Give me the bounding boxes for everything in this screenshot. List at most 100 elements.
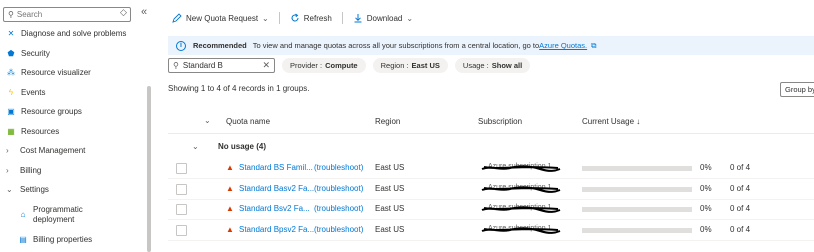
usage-percent: 0% [700,204,712,213]
pencil-icon [172,13,182,23]
sidebar-search-box[interactable]: ⚲ [3,7,131,22]
column-header-subscription[interactable]: Subscription [478,117,522,126]
chevron-icon: › [6,165,9,175]
usage-percent: 0% [700,224,712,234]
new-quota-request-label: New Quota Request [186,13,259,23]
download-icon [354,14,362,23]
usage-count: 0 of 4 [730,224,751,234]
chevron-down-icon: ⌄ [262,13,269,23]
external-link-icon: ⧉ [591,40,597,50]
usage-bar [582,166,692,171]
shield-icon: ⬟ [7,48,15,58]
provider-filter-key: Provider : [290,61,323,70]
records-summary: Showing 1 to 4 of 4 records in 1 groups. [168,84,310,93]
table-row[interactable]: ▲ Standard Bpsv2 Fa... (troubleshoot) East … [168,221,814,241]
sidebar-item[interactable]: ⁂ Resource visualizer [0,63,146,83]
wrench-icon: ✕ [7,29,15,39]
collapse-sidebar-icon[interactable]: « [141,6,147,18]
azure-quotas-link[interactable]: Azure Quotas. [539,41,587,50]
region-filter-pill[interactable]: Region : East US [372,58,448,73]
main-content: New Quota Request ⌄ Refresh Download ⌄ i… [160,0,814,252]
sidebar-item-label: Resources [21,126,60,136]
sidebar-group[interactable]: ⌄ Settings [0,180,146,200]
usage-percent: 0% [700,183,712,193]
new-quota-request-button[interactable]: New Quota Request ⌄ [172,13,269,23]
sidebar-item-label: Diagnose and solve problems [21,29,127,39]
quota-name-link[interactable]: Standard Bpsv2 Fa... [239,225,314,234]
sidebar-nav: ✕ Diagnose and solve problems ⬟ Security ⁂ Re… [0,24,146,249]
usage-percent: 0% [700,163,712,172]
quota-name-link[interactable]: Standard Basv2 Fa... [239,184,314,193]
sidebar-group[interactable]: › Cost Management [0,141,146,161]
refresh-label: Refresh [303,13,332,23]
expand-all-chevron-icon[interactable]: ⌄ [204,116,211,125]
column-header-quota-name[interactable]: Quota name [226,117,270,126]
table-row[interactable]: ▲ Standard BS Famil... (troubleshoot) East … [168,159,814,179]
banner-title: Recommended [193,41,247,50]
sidebar-group[interactable]: › Billing [0,161,146,181]
table-row[interactable]: ▲ Standard Basv2 Fa... (troubleshoot) East … [168,180,814,200]
sidebar-group-label: Settings [20,185,49,195]
warning-icon: ▲ [226,163,234,172]
row-checkbox[interactable] [176,183,187,195]
row-checkbox[interactable] [176,224,187,236]
sidebar-item[interactable]: ϟ Events [0,83,146,103]
clear-icon[interactable]: ✕ [262,60,270,71]
region-filter-value: East US [411,61,440,70]
warning-icon: ▲ [226,224,234,234]
sidebar-item-label: Events [21,87,46,97]
redaction-scribble [481,226,561,234]
group-label: No usage (4) [218,142,267,151]
region-filter-key: Region : [380,61,409,70]
provider-filter-pill[interactable]: Provider : Compute [282,58,366,73]
network-icon: ⁂ [7,68,15,78]
column-header-current-usage[interactable]: Current Usage ↓ [582,117,640,126]
sidebar-scrollbar[interactable] [147,86,151,252]
usage-bar [582,186,692,192]
warning-icon: ▲ [226,204,234,213]
row-checkbox[interactable] [176,204,187,215]
quota-search-field[interactable]: ⚲ Standard B ✕ [168,58,275,73]
refresh-icon [291,13,299,22]
usage-bar [582,227,692,233]
sidebar-sub-item[interactable]: ▤ Billing properties [0,230,146,250]
toolbar-divider [278,12,280,24]
quota-name-link[interactable]: Standard BS Famil... [239,163,313,172]
sidebar-search-input[interactable] [16,10,117,19]
download-label: Download [366,13,403,23]
refresh-button[interactable]: Refresh [290,13,332,23]
column-header-region[interactable]: Region [375,117,400,126]
group-chevron-icon[interactable]: ⌄ [192,142,199,151]
quota-search-value[interactable]: Standard B [183,61,263,70]
sidebar-item[interactable]: ✕ Diagnose and solve problems [0,24,146,44]
sidebar-item[interactable]: ▦ Resources [0,122,146,142]
redaction-scribble [481,206,561,213]
quota-name-link[interactable]: Standard Bsv2 Fa... [239,204,310,213]
sidebar-group-label: Cost Management [20,146,86,156]
sidebar-item-label: Resource groups [21,107,82,117]
usage-bar [582,207,692,212]
troubleshoot-link[interactable]: (troubleshoot) [314,225,363,234]
row-checkbox[interactable] [176,163,187,174]
usage-filter-pill[interactable]: Usage : Show all [454,58,531,73]
sidebar: ⚲ ◇ « ✕ Diagnose and solve problems ⬟ Secur… [0,0,160,252]
sidebar-item[interactable]: ▣ Resource groups [0,102,146,122]
toolbar-divider [341,12,343,24]
sidebar-item[interactable]: ⬟ Security [0,44,146,64]
region-cell: East US [375,224,405,234]
table-row[interactable]: ▲ Standard Bsv2 Fa... (troubleshoot) East U… [168,200,814,220]
warning-icon: ▲ [226,183,234,193]
troubleshoot-link[interactable]: (troubleshoot) [314,204,363,213]
header-divider [168,133,814,134]
download-button[interactable]: Download ⌄ [353,13,413,23]
troubleshoot-link[interactable]: (troubleshoot) [314,163,363,172]
chevron-down-icon: ⌄ [406,13,414,23]
sidebar-item-label: Resource visualizer [21,68,91,78]
sidebar-sub-item-label: Billing properties [33,234,93,244]
region-cell: East US [375,183,405,193]
usage-filter-value: Show all [491,61,523,70]
troubleshoot-link[interactable]: (troubleshoot) [314,184,363,193]
group-by-dropdown[interactable]: Group by [780,82,814,97]
sidebar-sub-item[interactable]: ⌂ Programmatic deployment [0,200,146,230]
collapse-diamond-icon[interactable]: ◇ [120,7,127,18]
